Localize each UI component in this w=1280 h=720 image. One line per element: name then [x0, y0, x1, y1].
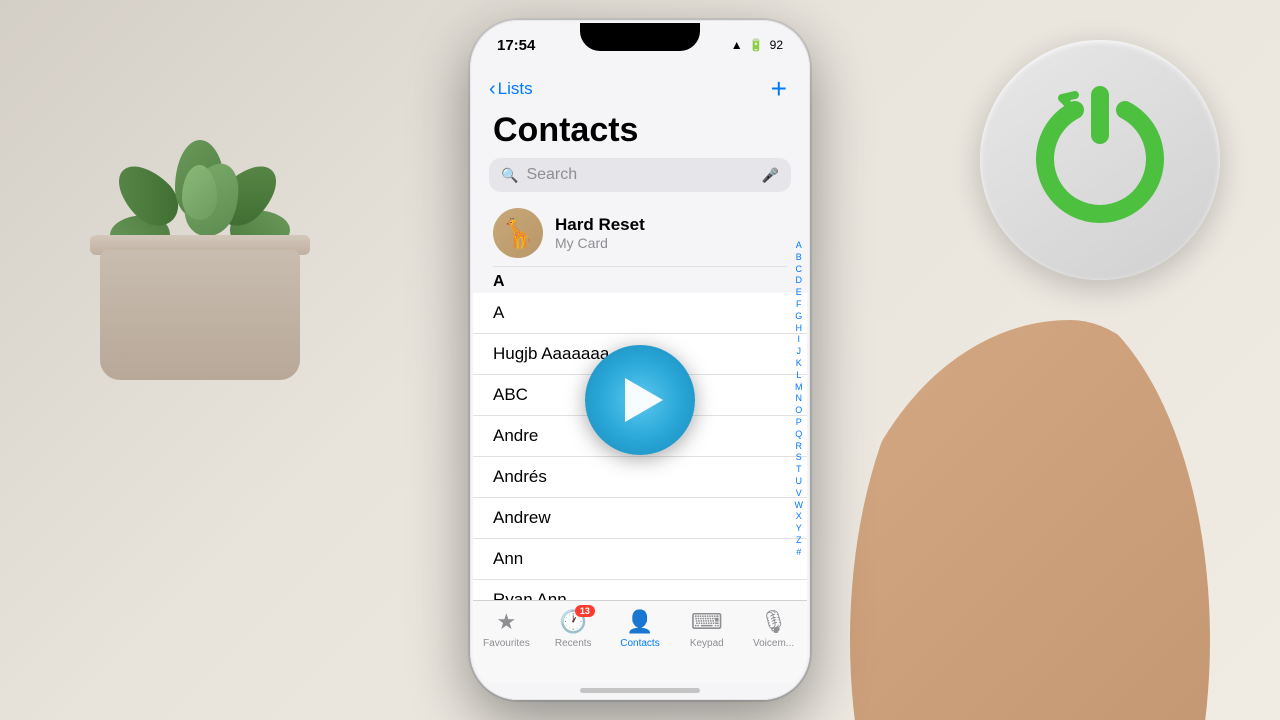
alpha-p[interactable]: P: [795, 417, 804, 428]
power-icon: [1020, 80, 1180, 240]
alpha-g[interactable]: G: [795, 311, 804, 322]
alphabet-index[interactable]: A B C D E F G H I J K L M N O P Q: [795, 240, 804, 558]
alpha-f[interactable]: F: [795, 299, 804, 310]
status-bar: 17:54 ▲ 🔋 92: [473, 23, 807, 67]
section-header-a: A: [473, 267, 807, 293]
mic-icon: 🎤: [762, 167, 779, 184]
tab-keypad[interactable]: ⌨ Keypad: [679, 609, 734, 649]
alpha-c[interactable]: C: [795, 264, 804, 275]
battery-icon: 🔋: [749, 38, 764, 52]
status-time: 17:54: [497, 37, 535, 54]
my-card-info: Hard Reset My Card: [555, 215, 645, 251]
search-placeholder: Search: [526, 166, 753, 184]
favourites-icon: ★: [497, 609, 517, 635]
alpha-o[interactable]: O: [795, 405, 804, 416]
alpha-j[interactable]: J: [795, 346, 804, 357]
alpha-v[interactable]: V: [795, 488, 804, 499]
pot-body: [100, 250, 300, 380]
contact-row[interactable]: Andrew: [473, 498, 807, 539]
power-icon-area: [960, 20, 1240, 300]
alpha-d[interactable]: D: [795, 275, 804, 286]
recents-badge-container: 🕐 13: [559, 609, 586, 635]
alpha-m[interactable]: M: [795, 382, 804, 393]
alpha-w[interactable]: W: [795, 500, 804, 511]
tab-contacts[interactable]: 👤 Contacts: [612, 609, 667, 649]
alpha-h[interactable]: H: [795, 323, 804, 334]
my-card-name: Hard Reset: [555, 215, 645, 235]
wifi-icon: ▲: [731, 38, 743, 52]
alpha-n[interactable]: N: [795, 393, 804, 404]
keypad-icon: ⌨: [691, 609, 723, 635]
status-icons: ▲ 🔋 92: [731, 38, 783, 52]
alpha-t[interactable]: T: [795, 464, 804, 475]
search-icon: 🔍: [501, 167, 518, 184]
contact-row[interactable]: A: [473, 293, 807, 334]
tab-voicemail[interactable]: 🎙 Voicem...: [746, 609, 801, 649]
plant-decoration: [0, 0, 420, 720]
plant-pot: [60, 80, 340, 380]
voicemail-label: Voicem...: [753, 638, 794, 649]
contacts-icon: 👤: [626, 609, 653, 635]
tab-favourites[interactable]: ★ Favourites: [479, 609, 534, 649]
nav-back-button[interactable]: ‹ Lists: [489, 78, 533, 101]
alpha-y[interactable]: Y: [795, 523, 804, 534]
contacts-list: 🦒 Hard Reset My Card A A Hugjb Aaaaaaa A…: [473, 200, 807, 600]
play-button[interactable]: [585, 345, 695, 455]
search-bar[interactable]: 🔍 Search 🎤: [489, 158, 791, 192]
phone-inner: 17:54 ▲ 🔋 92 ‹ Lists + Contacts �: [473, 23, 807, 697]
alpha-u[interactable]: U: [795, 476, 804, 487]
battery-level: 92: [770, 38, 783, 52]
alpha-a[interactable]: A: [795, 240, 804, 251]
alpha-s[interactable]: S: [795, 452, 804, 463]
tab-bar: ★ Favourites 🕐 13 Recents 👤 Contacts ⌨: [473, 600, 807, 682]
nav-bar: ‹ Lists +: [473, 67, 807, 111]
favourites-label: Favourites: [483, 638, 530, 649]
play-triangle-icon: [625, 378, 663, 422]
notch: [580, 23, 700, 51]
alpha-hash[interactable]: #: [795, 547, 804, 558]
back-chevron-icon: ‹: [489, 78, 496, 101]
contacts-label: Contacts: [620, 638, 659, 649]
contact-row[interactable]: Ryan Ann: [473, 580, 807, 601]
recents-badge: 13: [575, 605, 595, 617]
contact-row[interactable]: Ann: [473, 539, 807, 580]
avatar: 🦒: [493, 208, 543, 258]
tab-recents[interactable]: 🕐 13 Recents: [546, 609, 601, 649]
alpha-e[interactable]: E: [795, 287, 804, 298]
contact-row[interactable]: Andrés: [473, 457, 807, 498]
nav-add-button[interactable]: +: [771, 73, 787, 105]
alpha-i[interactable]: I: [795, 334, 804, 345]
my-card[interactable]: 🦒 Hard Reset My Card: [473, 200, 807, 266]
recents-label: Recents: [555, 638, 592, 649]
phone-frame: 17:54 ▲ 🔋 92 ‹ Lists + Contacts �: [470, 20, 810, 700]
voicemail-icon: 🎙: [760, 609, 788, 635]
succulent: [120, 80, 280, 260]
my-card-subtitle: My Card: [555, 235, 645, 251]
alpha-r[interactable]: R: [795, 441, 804, 452]
keypad-label: Keypad: [690, 638, 724, 649]
page-title: Contacts: [473, 111, 807, 158]
alpha-b[interactable]: B: [795, 252, 804, 263]
alpha-k[interactable]: K: [795, 358, 804, 369]
contacts-app: ‹ Lists + Contacts 🔍 Search 🎤 🦒: [473, 67, 807, 697]
alpha-z[interactable]: Z: [795, 535, 804, 546]
nav-back-label: Lists: [498, 79, 533, 99]
home-indicator: [580, 688, 700, 693]
avatar-image: 🦒: [501, 217, 536, 250]
alpha-q[interactable]: Q: [795, 429, 804, 440]
power-circle: [980, 40, 1220, 280]
alpha-l[interactable]: L: [795, 370, 804, 381]
alpha-x[interactable]: X: [795, 511, 804, 522]
